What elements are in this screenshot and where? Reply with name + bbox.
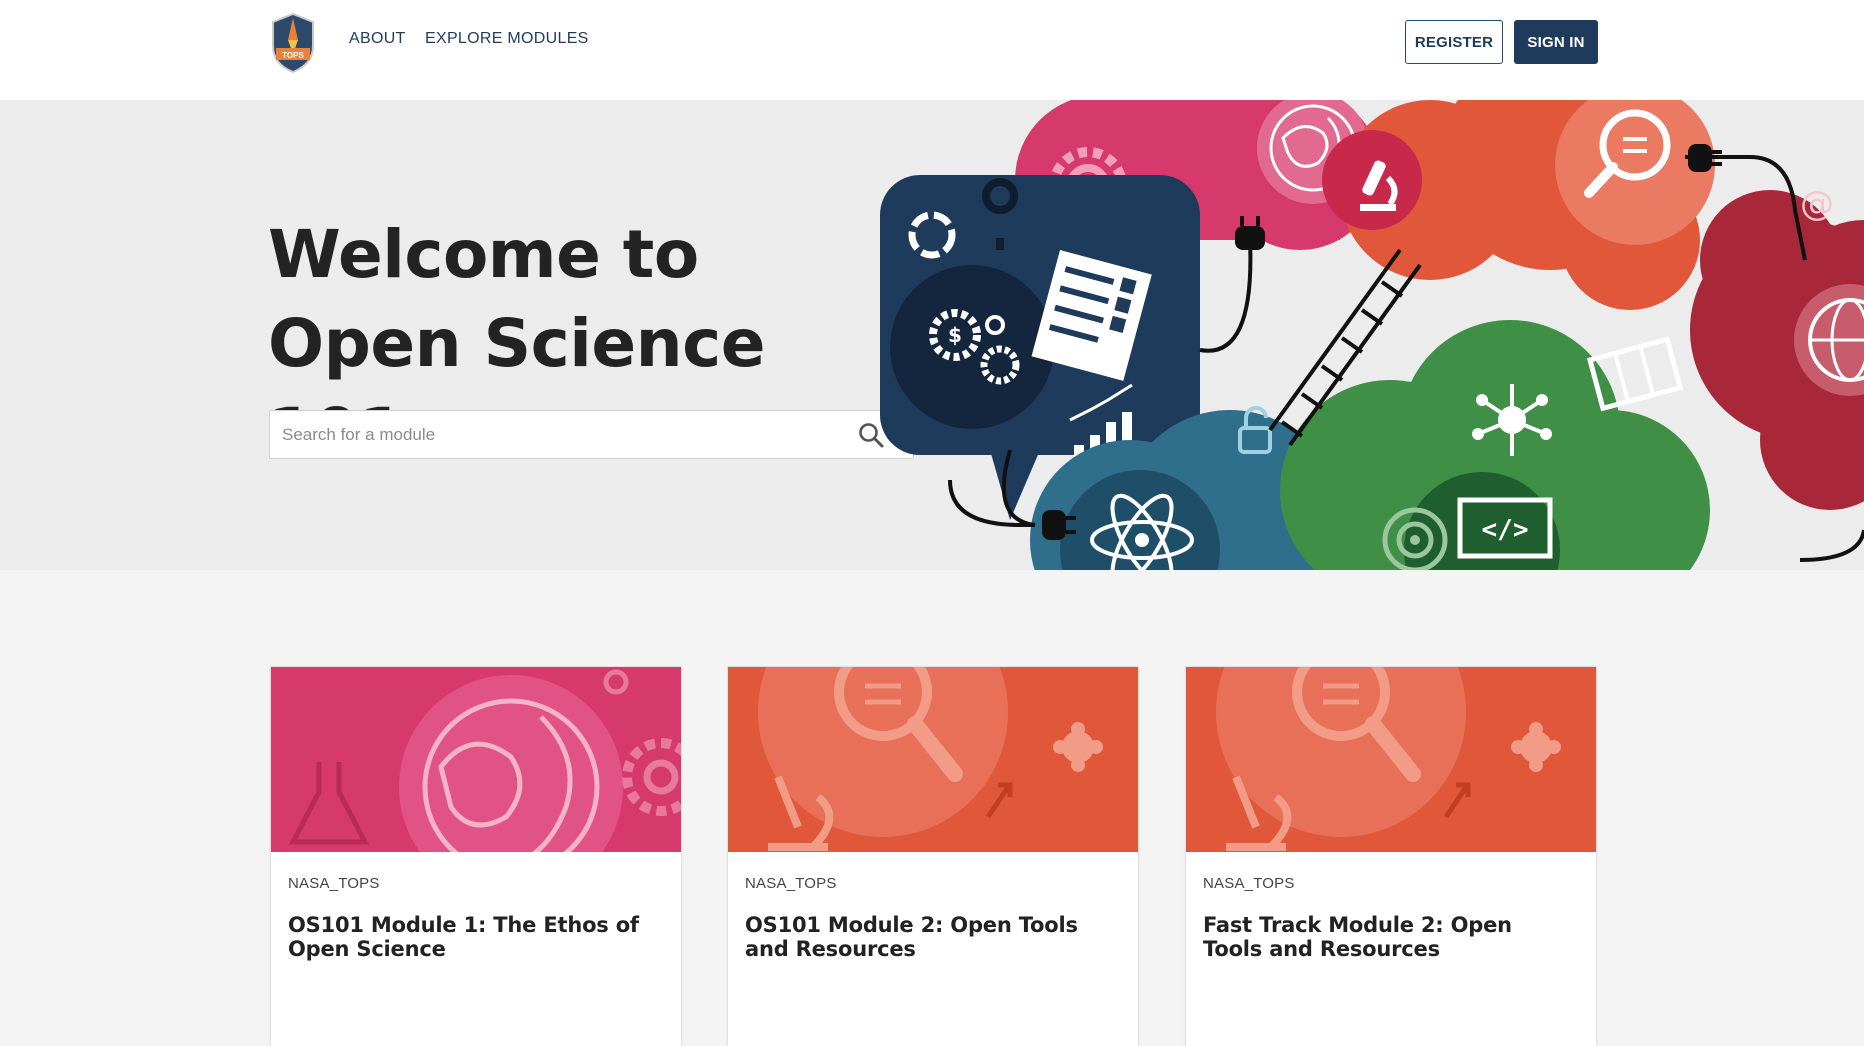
card-title[interactable]: OS101 Module 2: Open Tools and Resources (745, 913, 1115, 961)
tops-logo[interactable]: TOPS (268, 10, 318, 74)
card-thumbnail (728, 667, 1138, 852)
top-navbar: TOPS ABOUT EXPLORE MODULES REGISTER SIGN… (0, 0, 1864, 100)
svg-text:$: $ (948, 323, 962, 347)
module-card[interactable]: NASA_TOPS OS101 Module 1: The Ethos of O… (270, 666, 682, 1046)
hero-banner: Welcome to Open Science 101 (0, 100, 1864, 570)
open-science-illustration: @ $ </> (870, 100, 1864, 570)
search-input[interactable] (270, 411, 860, 458)
card-thumbnail (1186, 667, 1596, 852)
card-title[interactable]: Fast Track Module 2: Open Tools and Reso… (1203, 913, 1573, 961)
module-card[interactable]: NASA_TOPS OS101 Module 2: Open Tools and… (727, 666, 1139, 1046)
card-title[interactable]: OS101 Module 1: The Ethos of Open Scienc… (288, 913, 658, 961)
nav-about[interactable]: ABOUT (349, 30, 406, 48)
card-organization: NASA_TOPS (288, 875, 380, 892)
module-search-box (269, 410, 914, 459)
svg-text:TOPS: TOPS (282, 51, 304, 60)
card-organization: NASA_TOPS (745, 875, 837, 892)
sign-in-button[interactable]: SIGN IN (1514, 20, 1598, 64)
at-sign-icon: @ (1800, 184, 1834, 224)
card-thumbnail (271, 667, 681, 852)
nav-explore-modules[interactable]: EXPLORE MODULES (425, 30, 589, 48)
register-button[interactable]: REGISTER (1405, 20, 1503, 64)
card-organization: NASA_TOPS (1203, 875, 1295, 892)
svg-text:</>: </> (1482, 515, 1529, 545)
module-card[interactable]: NASA_TOPS Fast Track Module 2: Open Tool… (1185, 666, 1597, 1046)
